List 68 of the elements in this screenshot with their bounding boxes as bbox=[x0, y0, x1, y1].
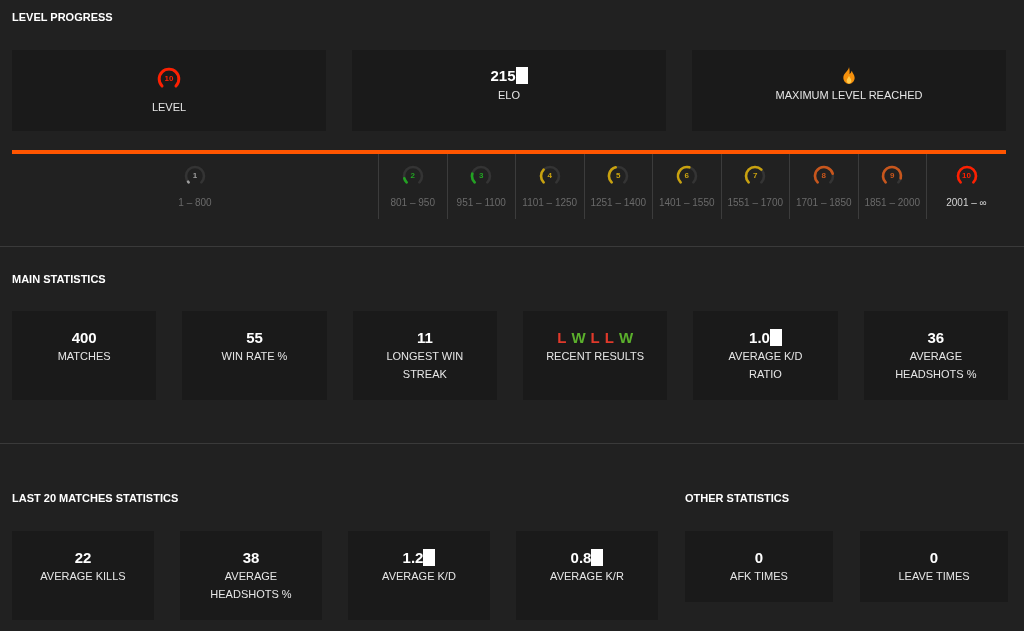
level-range: 1551 – 1700 bbox=[727, 197, 784, 209]
stat-value: 1.2 bbox=[402, 549, 424, 566]
level-gauge-icon bbox=[881, 165, 904, 187]
stat-value: 22 bbox=[74, 549, 92, 566]
fire-icon bbox=[842, 67, 856, 84]
stat-value: 400 bbox=[71, 329, 97, 346]
stat-label: AVERAGE K/D bbox=[382, 569, 456, 584]
level-range: 801 – 950 bbox=[390, 197, 435, 209]
stat-value: 0 bbox=[929, 549, 939, 566]
level-number: 10 bbox=[962, 172, 971, 180]
level-number: 9 bbox=[890, 172, 895, 180]
stat-label: MATCHES bbox=[57, 349, 111, 364]
stat-value: 36 bbox=[927, 329, 945, 346]
level-number: 8 bbox=[821, 172, 826, 180]
level-range: 1101 – 1250 bbox=[522, 197, 578, 209]
level-range: 1 – 800 bbox=[178, 197, 212, 209]
stat-value: 55 bbox=[246, 329, 263, 346]
level-gauge-icon bbox=[744, 165, 767, 187]
level-number: 2 bbox=[410, 172, 415, 180]
stat-label: LEAVE TIMES bbox=[898, 569, 970, 584]
card-label: ELO bbox=[498, 88, 520, 103]
level-gauge-icon bbox=[184, 165, 206, 187]
section-heading: OTHER STATISTICS bbox=[685, 491, 790, 505]
level-number: 1 bbox=[192, 172, 198, 180]
result-letter: W bbox=[618, 329, 634, 346]
level-number: 10 bbox=[164, 75, 174, 83]
stat-label: AVERAGE HEADSHOTS % bbox=[209, 569, 293, 602]
stat-label: RECENT RESULTS bbox=[546, 349, 645, 364]
level-range: 1851 – 2000 bbox=[864, 197, 921, 209]
stat-label: AVERAGE HEADSHOTS % bbox=[894, 349, 978, 382]
result-letter: L bbox=[590, 329, 600, 346]
stat-label: AVERAGE K/D RATIO bbox=[727, 349, 804, 382]
level-number: 7 bbox=[753, 172, 758, 180]
result-letter: L bbox=[604, 329, 614, 346]
stat-value: 0.8 bbox=[570, 549, 592, 566]
card-label: MAXIMUM LEVEL REACHED bbox=[775, 88, 923, 103]
level-gauge-icon bbox=[812, 165, 835, 187]
stat-value: 11 bbox=[416, 329, 433, 346]
stat-label: AVERAGE K/R bbox=[550, 569, 624, 584]
level-gauge-icon bbox=[607, 165, 630, 187]
section-heading: LAST 20 MATCHES STATISTICS bbox=[12, 491, 179, 505]
level-number: 5 bbox=[616, 172, 621, 180]
level-gauge-icon bbox=[538, 165, 561, 187]
level-number: 6 bbox=[684, 172, 689, 180]
level-range: 2001 – ∞ bbox=[946, 197, 987, 209]
stat-label: LONGEST WIN STREAK bbox=[385, 349, 465, 382]
level-gauge-icon bbox=[401, 165, 424, 187]
stat-value: 1.0 bbox=[749, 329, 770, 346]
level-gauge-icon bbox=[470, 165, 493, 187]
stat-value: 215 bbox=[490, 67, 516, 84]
stat-value: 0 bbox=[754, 549, 764, 566]
stat-label: AFK TIMES bbox=[730, 569, 788, 584]
level-range: 1401 – 1550 bbox=[658, 197, 715, 209]
card-label: LEVEL bbox=[151, 100, 187, 115]
stat-label: WIN RATE % bbox=[221, 349, 288, 364]
level-gauge-icon bbox=[955, 165, 978, 187]
level-range: 951 – 1100 bbox=[456, 197, 506, 209]
stat-value: 38 bbox=[242, 549, 260, 566]
result-letter: W bbox=[571, 329, 586, 346]
level-number: 4 bbox=[547, 172, 552, 180]
level-range: 1701 – 1850 bbox=[795, 197, 852, 209]
level-number: 3 bbox=[479, 172, 484, 180]
stat-label: AVERAGE KILLS bbox=[40, 569, 126, 584]
level-gauge-icon bbox=[675, 165, 698, 187]
section-heading: MAIN STATISTICS bbox=[12, 272, 106, 286]
result-letter: L bbox=[557, 329, 567, 346]
level-range: 1251 – 1400 bbox=[590, 197, 647, 209]
section-heading: LEVEL PROGRESS bbox=[12, 10, 113, 24]
